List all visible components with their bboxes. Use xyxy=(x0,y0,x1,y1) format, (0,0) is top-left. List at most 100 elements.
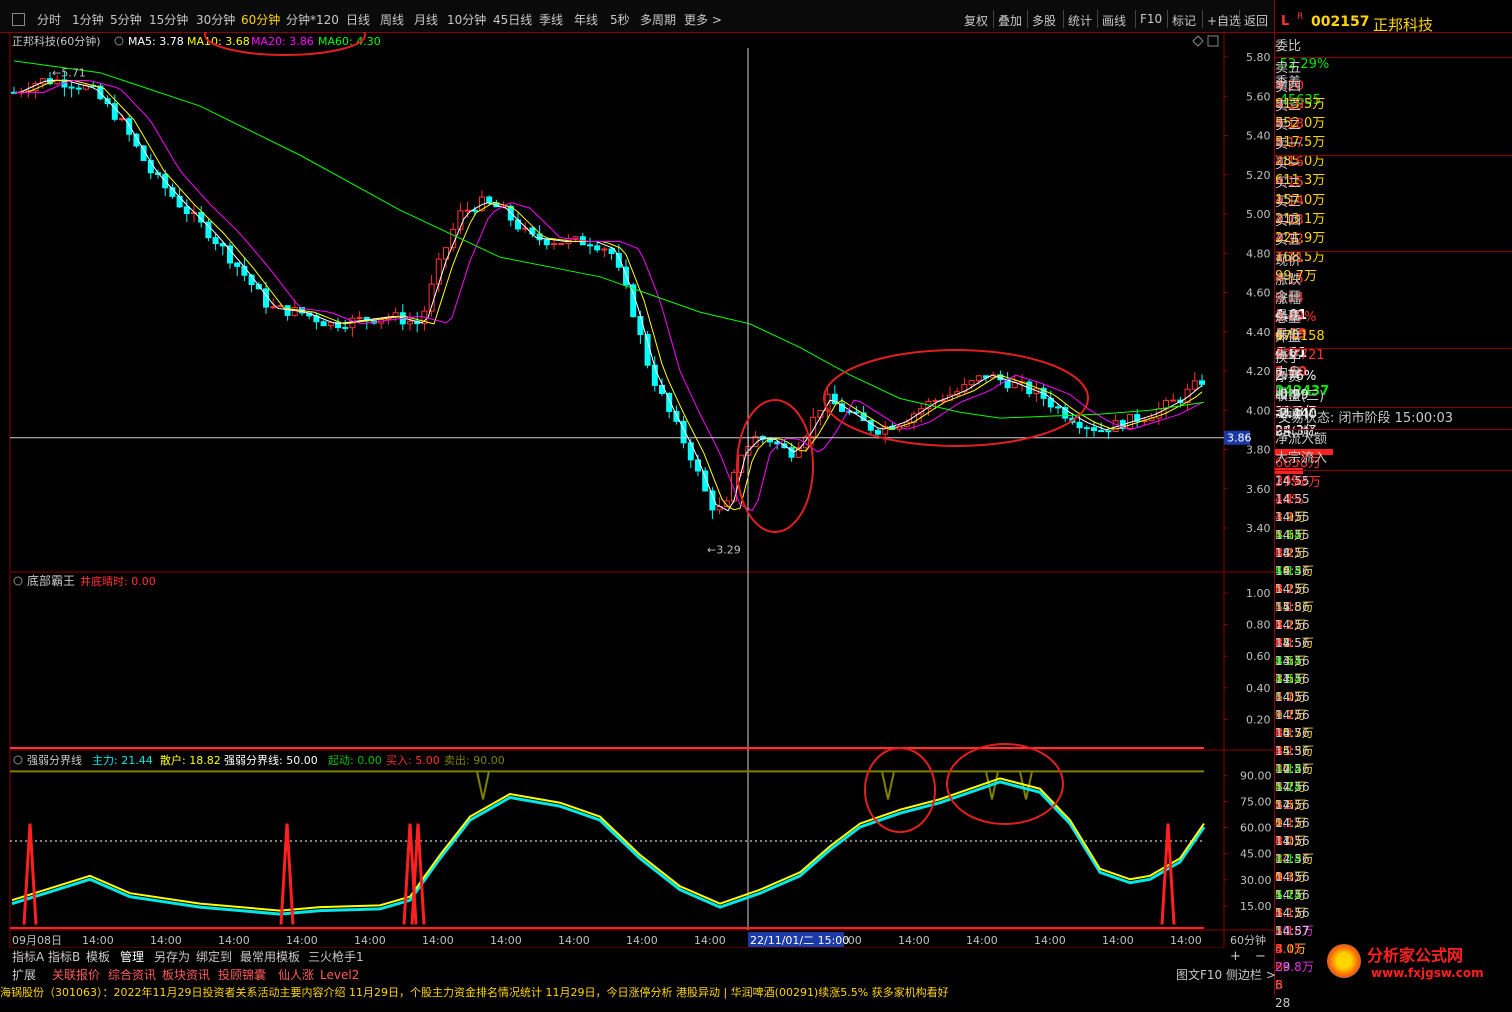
tick-time: 14:56 xyxy=(1275,906,1310,920)
period-tab-7[interactable]: 日线 xyxy=(346,12,370,28)
indicator1-tick-label: 1.00 xyxy=(1246,587,1271,600)
extension-tab-1[interactable]: 关联报价 xyxy=(52,967,100,983)
tick-row: 14:56 4.14 5.7万 S 14 xyxy=(1275,742,1512,830)
ma-label-1: MA5: 3.78 xyxy=(128,35,184,48)
toolbar-action-6[interactable]: 标记 xyxy=(1172,12,1196,29)
sell-signal xyxy=(476,771,490,800)
indicator2-label-1: 主力: 21.44 xyxy=(92,754,153,767)
ask-row: 卖一 4.16 611.3万 xyxy=(1275,136,1512,188)
ask-label: 卖四 xyxy=(1275,80,1302,95)
period-tab-16[interactable]: 更多 > xyxy=(684,12,722,28)
indicator2-label-5: 买入: 5.00 xyxy=(386,754,440,767)
period-tab-13[interactable]: 年线 xyxy=(574,12,598,28)
extension-tab-6[interactable]: Level2 xyxy=(320,967,359,983)
candle-body xyxy=(644,333,651,366)
period-tab-14[interactable]: 5秒 xyxy=(610,12,630,28)
extension-tab-5[interactable]: 仙人涨 xyxy=(278,967,314,983)
period-tab-0[interactable]: 分时 xyxy=(37,12,61,28)
stat-row: 涨跌 0.14 最高 4.19 xyxy=(1275,272,1512,342)
time-highlight: 22/11/01/二 15:00 xyxy=(750,934,849,947)
toolbar-action-7[interactable]: +自选 xyxy=(1207,12,1241,29)
time-label: 14:00 xyxy=(966,934,998,947)
extension-tab-2[interactable]: 综合资讯 xyxy=(108,967,156,983)
toolbar-action-4[interactable]: 画线 xyxy=(1102,12,1126,29)
stat-row: 现价 4.15 今开 4.01 xyxy=(1275,253,1512,323)
price-tick-label: 4.20 xyxy=(1246,365,1271,378)
time-label: 14:00 xyxy=(150,934,182,947)
indicator2-tick-label: 45.00 xyxy=(1240,848,1272,861)
chart-area[interactable]: 正邦科技(60分钟) MA5: 3.78 MA10: 3.68 MA20: 3.86 M… xyxy=(0,32,1274,948)
stat2-row: 换手 2.76% 股本 31.8亿 xyxy=(1275,350,1512,420)
candle-body xyxy=(1105,430,1112,433)
indicator2-label-0: 强弱分界线 xyxy=(27,753,82,767)
time-label: 14:00 xyxy=(1102,934,1134,947)
price-tick-label: 3.40 xyxy=(1246,522,1271,535)
period-tab-1[interactable]: 1分钟 xyxy=(72,12,104,28)
zoom-in-button[interactable]: + xyxy=(1230,949,1241,964)
tick-row: 14:56 4.15 15.3万 B 17 xyxy=(1275,706,1512,794)
maximize-icon[interactable] xyxy=(1207,35,1219,47)
period-tab-10[interactable]: 10分钟 xyxy=(447,12,486,28)
tick-row: 14:56 4.14 5.5万 S 11 xyxy=(1275,760,1512,848)
f10-button[interactable]: 图文F10 xyxy=(1176,967,1222,983)
tick-time: 14:56 xyxy=(1275,726,1310,740)
stat-label: 换手 xyxy=(1275,351,1302,366)
toolbar-action-2[interactable]: 多股 xyxy=(1032,12,1056,29)
candle-body xyxy=(342,326,349,329)
indicator-tab-6[interactable]: 最常用模板 xyxy=(240,949,300,965)
crosshair-price: 3.86 xyxy=(1227,432,1252,445)
settings-icon[interactable] xyxy=(114,36,124,46)
news-ticker[interactable]: 海锅股份（301063）：2022年11月29日投资者关系活动主要内容介绍 11… xyxy=(0,985,949,1001)
period-tab-11[interactable]: 45日线 xyxy=(493,12,532,28)
ask-label: 卖二 xyxy=(1275,118,1302,133)
sidebar-button[interactable]: 侧边栏 > xyxy=(1226,967,1276,983)
toolbar-action-3[interactable]: 统计 xyxy=(1068,12,1092,29)
period-tab-2[interactable]: 5分钟 xyxy=(110,12,142,28)
stat-label: 涨跌 xyxy=(1275,273,1302,288)
time-label: 14:00 xyxy=(286,934,318,947)
period-tab-3[interactable]: 15分钟 xyxy=(149,12,188,28)
period-tab-4[interactable]: 30分钟 xyxy=(196,12,235,28)
period-tab-9[interactable]: 月线 xyxy=(414,12,438,28)
extension-tab-0[interactable]: 扩展 xyxy=(12,967,36,983)
ma60-line xyxy=(13,60,1205,419)
indicator2-settings-icon[interactable] xyxy=(13,755,23,765)
toolbar-action-8[interactable]: 返回 xyxy=(1244,12,1268,29)
indicator-tab-3[interactable]: 管理 xyxy=(120,949,144,965)
toolbar-action-0[interactable]: 复权 xyxy=(964,12,988,29)
price-tick-label: 3.60 xyxy=(1246,483,1271,496)
tick-row: 14:56 4.14 0.3万 S 3 xyxy=(1275,832,1512,920)
extension-tab-3[interactable]: 板块资讯 xyxy=(162,967,210,983)
indicator-tab-7[interactable]: 三火枪手1 xyxy=(308,949,364,965)
main-force-line xyxy=(11,780,1206,916)
period-tab-12[interactable]: 季线 xyxy=(539,12,563,28)
candle-body xyxy=(875,429,881,435)
candle-body xyxy=(75,87,82,90)
period-tab-8[interactable]: 周线 xyxy=(380,12,404,28)
zoom-out-button[interactable]: − xyxy=(1255,949,1266,964)
time-label: 14:00 xyxy=(490,934,522,947)
separator xyxy=(1275,470,1512,471)
indicator-tab-1[interactable]: 指标B xyxy=(48,949,80,965)
tick-time: 14:56 xyxy=(1275,870,1310,884)
toolbar-action-1[interactable]: 叠加 xyxy=(998,12,1022,29)
period-tab-5[interactable]: 60分钟 xyxy=(241,12,280,28)
time-label: 14:00 xyxy=(422,934,454,947)
extension-tab-4[interactable]: 投顾锦囊 xyxy=(218,967,266,983)
period-tab-15[interactable]: 多周期 xyxy=(640,12,676,28)
tick-row: 14:57 4.15 26.8万 B 28 xyxy=(1275,922,1512,1010)
indicator-tab-0[interactable]: 指标A xyxy=(12,949,44,965)
tick-time: 14:56 xyxy=(1275,600,1310,614)
indicator1-settings-icon[interactable] xyxy=(13,576,23,586)
diamond-icon[interactable] xyxy=(1192,35,1204,47)
candle-body xyxy=(183,206,190,215)
window-icon[interactable] xyxy=(12,13,25,26)
indicator-tab-5[interactable]: 绑定到 xyxy=(196,949,232,965)
indicator-tab-2[interactable]: 模板 xyxy=(86,949,110,965)
indicator1-name: 底部霸王 xyxy=(27,573,75,588)
stat-label: 净资 xyxy=(1275,370,1302,385)
indicator-tab-4[interactable]: 另存为 xyxy=(154,949,190,965)
candle-body xyxy=(968,380,975,386)
toolbar-action-5[interactable]: F10 xyxy=(1140,12,1162,26)
period-tab-6[interactable]: 分钟*120 xyxy=(286,12,339,28)
